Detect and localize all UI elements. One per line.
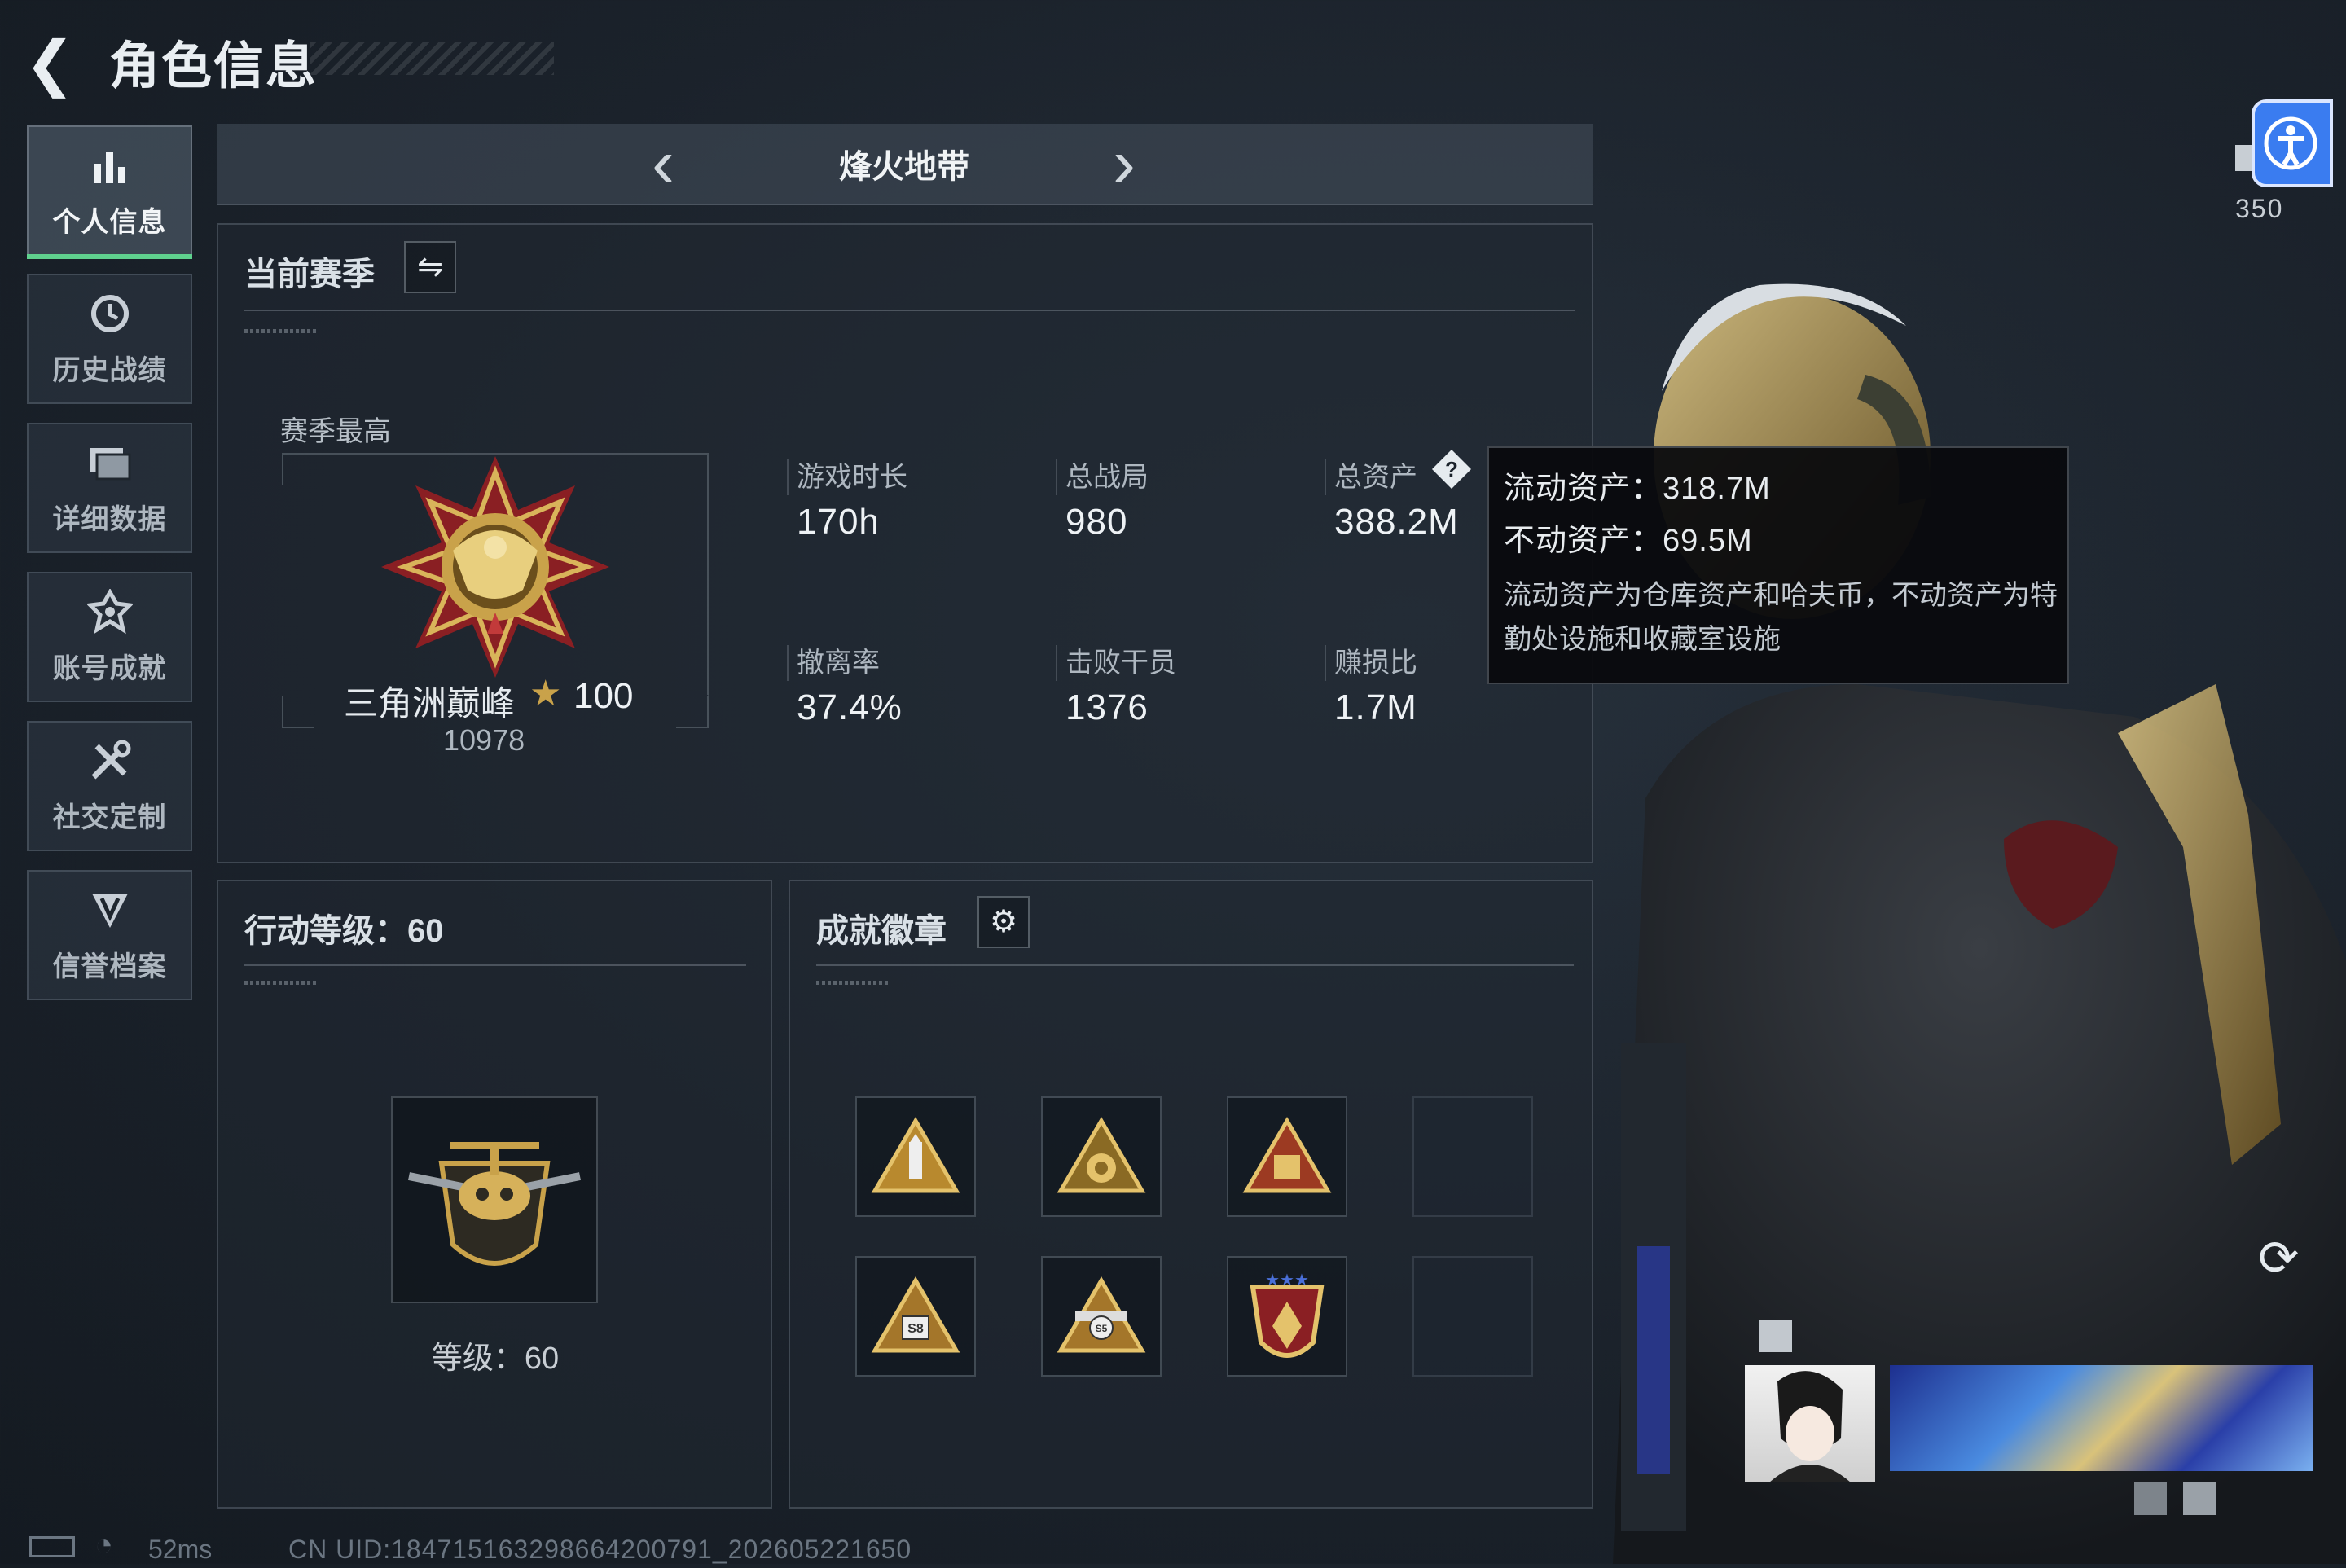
level-label: 等级：60 [431, 1342, 560, 1376]
star-icon: ★ [529, 674, 562, 714]
sidebar-item-social[interactable]: 社交定制 [27, 721, 192, 851]
stat-separator [1056, 645, 1057, 681]
stat-label: 游戏时长 [797, 462, 907, 493]
mode-name: 烽火地带 [839, 149, 969, 185]
stat-value: 980 [1065, 502, 1128, 542]
sidebar-item-label: 详细数据 [52, 503, 167, 535]
tooltip-fixed-assets: 不动资产：69.5M [1504, 524, 1753, 558]
stat-label: 赚损比 [1334, 648, 1417, 679]
sidebar-item-personal-info[interactable]: 个人信息 [27, 125, 192, 259]
divider-dash [816, 981, 890, 985]
back-arrow-icon[interactable]: ❮ [24, 31, 90, 96]
rank-score: 10978 [443, 723, 525, 757]
stat-separator [1325, 645, 1326, 681]
level-emblem-frame [391, 1096, 598, 1303]
level-title: 行动等级：60 [244, 913, 444, 949]
stat-value: 388.2M [1334, 502, 1459, 542]
achievement-star-icon [86, 587, 134, 641]
divider [816, 964, 1574, 966]
wifi-icon: ◔ [94, 1528, 113, 1562]
achievement-badge[interactable]: S5 [1041, 1256, 1162, 1377]
rotate-icon[interactable]: ⟳ [2258, 1230, 2299, 1287]
assets-tooltip: 流动资产：318.7M 不动资产：69.5M 流动资产为仓库资产和哈夫币，不动资… [1487, 446, 2069, 684]
season-title: 当前赛季 [244, 257, 375, 292]
sidebar-item-credit[interactable]: 信誉档案 [27, 870, 192, 1000]
stat-label: 击败干员 [1065, 648, 1176, 679]
uid-text: CN UID:184715163298664200791_20260522165… [288, 1535, 912, 1564]
pixelated-block [1760, 1320, 1792, 1352]
bar-chart-icon [87, 143, 133, 195]
shield-icon [87, 887, 133, 939]
svg-text:S8: S8 [907, 1322, 924, 1336]
gear-icon[interactable]: ⚙ [978, 896, 1030, 948]
help-icon[interactable]: ? [1430, 448, 1473, 490]
page-title: 角色信息 [109, 38, 319, 94]
stat-separator [787, 645, 789, 681]
sidebar-item-label: 历史战绩 [52, 354, 167, 386]
profile-banner [1890, 1365, 2313, 1471]
chevron-right-icon[interactable]: › [1113, 129, 1136, 197]
stat-value: 37.4% [797, 687, 903, 727]
profile-strip [1727, 1320, 2330, 1515]
right-counter: 350 [2235, 194, 2284, 223]
tools-icon [87, 738, 133, 790]
helicopter-emblem-icon [408, 1142, 581, 1266]
title-decoration [310, 42, 554, 75]
rank-emblem-icon [373, 453, 617, 681]
divider-dash [244, 329, 318, 333]
peak-label: 赛季最高 [280, 416, 391, 447]
divider [244, 310, 1575, 311]
folder-icon [86, 440, 134, 492]
pixelated-block [2183, 1482, 2216, 1515]
sidebar-item-label: 账号成就 [52, 652, 167, 684]
stat-label: 总战局 [1065, 462, 1149, 493]
stat-separator [787, 459, 789, 495]
svg-text:★★★: ★★★ [1265, 1270, 1309, 1289]
svg-text:?: ? [1445, 457, 1458, 481]
sidebar-item-label: 信誉档案 [52, 951, 167, 982]
avatar[interactable] [1745, 1365, 1875, 1482]
sidebar-item-achievements[interactable]: 账号成就 [27, 572, 192, 702]
tooltip-note: 流动资产为仓库资产和哈夫币，不动资产为特勤处设施和收藏室设施 [1504, 580, 2058, 655]
accessibility-icon [2264, 116, 2317, 170]
stat-label: 总资产 [1334, 462, 1417, 493]
sidebar-item-label: 个人信息 [52, 206, 167, 238]
divider [244, 964, 746, 966]
tooltip-liquid-assets: 流动资产：318.7M [1504, 472, 1771, 506]
accessibility-button[interactable] [2252, 99, 2333, 187]
stat-value: 1.7M [1334, 687, 1417, 727]
stat-label: 撤离率 [797, 648, 880, 679]
achievement-badge[interactable] [855, 1096, 976, 1217]
divider-dash [244, 981, 318, 985]
signal-bars-icon [2235, 145, 2252, 171]
battery-icon [29, 1536, 75, 1557]
achievement-badge[interactable]: ★★★ [1227, 1256, 1347, 1377]
chevron-left-icon[interactable]: ‹ [652, 129, 674, 197]
achievement-badge-empty[interactable] [1412, 1256, 1533, 1377]
history-clock-icon [87, 291, 133, 343]
achievement-badge[interactable] [1041, 1096, 1162, 1217]
ping-value: 52ms [148, 1535, 213, 1564]
rank-name: 三角洲巅峰 [344, 684, 516, 723]
svg-text:S5: S5 [1096, 1323, 1108, 1334]
stat-value: 1376 [1065, 687, 1149, 727]
stat-separator [1056, 459, 1057, 495]
sidebar-item-history[interactable]: 历史战绩 [27, 274, 192, 404]
achievement-badge[interactable]: S8 [855, 1256, 976, 1377]
pixelated-block [2134, 1482, 2167, 1515]
badges-title: 成就徽章 [816, 913, 947, 949]
achievement-badge-empty[interactable] [1412, 1096, 1533, 1217]
sidebar-item-label: 社交定制 [52, 802, 167, 833]
stat-value: 170h [797, 502, 880, 542]
swap-icon[interactable]: ⇋ [404, 241, 456, 293]
sidebar-item-detail-data[interactable]: 详细数据 [27, 423, 192, 553]
achievement-badge[interactable] [1227, 1096, 1347, 1217]
stat-separator [1325, 459, 1326, 495]
rank-stars: 100 [573, 676, 634, 716]
